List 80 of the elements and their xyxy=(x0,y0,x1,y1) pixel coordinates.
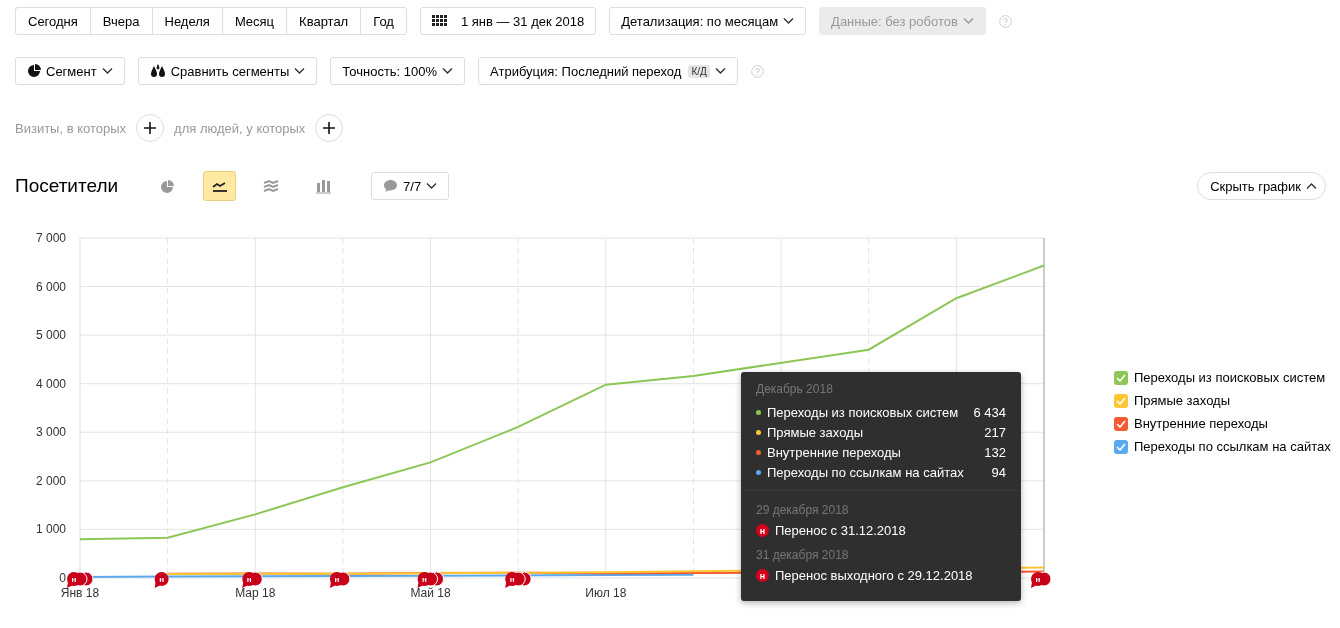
chevron-down-icon xyxy=(714,67,726,75)
series-name: Переходы по ссылкам на сайтах xyxy=(767,464,964,480)
legend-label: Переходы по ссылкам на сайтах xyxy=(1134,439,1331,454)
segment-button[interactable]: Сегмент xyxy=(15,57,125,85)
legend-label: Прямые заходы xyxy=(1134,393,1230,408)
date-range-button[interactable]: 1 янв — 31 дек 2018 xyxy=(419,7,597,35)
holiday-marker[interactable]: н xyxy=(154,572,169,588)
check-icon xyxy=(1116,373,1126,382)
badge: К/Д xyxy=(688,64,710,78)
series-value: 6 434 xyxy=(973,404,1006,420)
pie-icon xyxy=(27,64,41,78)
period-tab[interactable]: Вчера xyxy=(89,7,153,35)
series-value: 217 xyxy=(984,424,1006,440)
y-axis-label: 6 000 xyxy=(35,279,66,294)
y-axis-label: 3 000 xyxy=(35,425,66,440)
notes-button[interactable]: 7/7 xyxy=(371,172,450,200)
chart-type-button[interactable] xyxy=(203,171,237,201)
series-value: 132 xyxy=(984,444,1006,460)
event-text: Перенос с 31.12.2018 xyxy=(775,523,906,538)
check-icon xyxy=(1116,442,1126,451)
detail-dropdown[interactable]: Детализация: по месяцам xyxy=(609,7,807,35)
y-axis-label: 2 000 xyxy=(35,473,66,488)
series-name: Прямые заходы xyxy=(767,424,863,440)
help-icon xyxy=(750,64,764,78)
period-tab[interactable]: Месяц xyxy=(221,7,288,35)
check-icon xyxy=(1116,396,1126,405)
event-date: 31 декабря 2018 xyxy=(756,548,850,562)
attribution-button[interactable]: Атрибуция: Последний переход К/Д xyxy=(478,57,738,85)
chevron-down-icon xyxy=(294,67,306,75)
x-axis-label: Май 18 xyxy=(410,586,451,600)
event-text: Перенос выходного с 29.12.2018 xyxy=(775,568,973,583)
chevron-down-icon xyxy=(962,17,974,25)
chevron-down-icon xyxy=(783,17,795,25)
period-tab[interactable]: Неделя xyxy=(151,7,223,35)
period-tab[interactable]: Сегодня xyxy=(15,7,91,35)
y-axis-label: 1 000 xyxy=(35,522,66,537)
stacked-area-icon xyxy=(263,178,281,194)
bar-chart-icon xyxy=(315,178,333,194)
event-date: 29 декабря 2018 xyxy=(756,503,850,517)
x-axis-label: Мар 18 xyxy=(235,586,276,600)
chevron-up-icon xyxy=(1306,182,1317,190)
chevron-down-icon xyxy=(101,67,113,75)
y-axis-label: 7 000 xyxy=(35,231,66,245)
series-name: Переходы из поисковых систем xyxy=(767,404,959,420)
y-axis-label: 5 000 xyxy=(35,328,66,343)
x-axis-label: Июл 18 xyxy=(585,586,627,600)
calendar-grid-icon xyxy=(431,15,448,27)
compare-segments-button[interactable]: Сравнить сегменты xyxy=(137,57,318,85)
y-axis-label: 0 xyxy=(59,571,66,585)
pie-chart-icon xyxy=(159,178,177,194)
legend-checkbox[interactable] xyxy=(1114,416,1128,431)
series-value: 94 xyxy=(991,464,1006,480)
period-tab[interactable]: Квартал xyxy=(286,7,362,35)
hide-chart-button[interactable]: Скрыть график xyxy=(1197,172,1326,200)
period-tab[interactable]: Год xyxy=(360,7,407,35)
check-icon xyxy=(1116,419,1126,428)
help-icon xyxy=(998,14,1012,28)
filter-label: Визиты, в которых xyxy=(15,120,127,136)
legend-checkbox[interactable] xyxy=(1114,439,1128,454)
legend-checkbox[interactable] xyxy=(1114,370,1128,385)
add-condition-button[interactable] xyxy=(136,114,165,142)
speech-bubble-icon xyxy=(383,179,399,193)
legend-label: Внутренние переходы xyxy=(1134,416,1268,431)
tooltip-title: Декабрь 2018 xyxy=(756,382,834,396)
filter-label: для людей, у которых xyxy=(174,120,306,136)
chevron-down-icon xyxy=(426,182,438,190)
series-name: Внутренние переходы xyxy=(767,444,901,460)
drops-icon xyxy=(149,64,166,78)
y-axis-label: 4 000 xyxy=(35,376,66,391)
plus-icon xyxy=(323,122,336,134)
plus-icon xyxy=(144,122,157,134)
report-title: Посетители xyxy=(15,175,119,197)
holiday-badge: н xyxy=(756,524,769,537)
add-condition-button[interactable] xyxy=(315,114,344,142)
holiday-badge: н xyxy=(756,569,769,582)
accuracy-button[interactable]: Точность: 100% xyxy=(330,57,466,85)
x-axis-label: Янв 18 xyxy=(60,586,100,600)
chevron-down-icon xyxy=(442,67,454,75)
legend-checkbox[interactable] xyxy=(1114,393,1128,408)
legend-label: Переходы из поисковых систем xyxy=(1134,370,1326,385)
